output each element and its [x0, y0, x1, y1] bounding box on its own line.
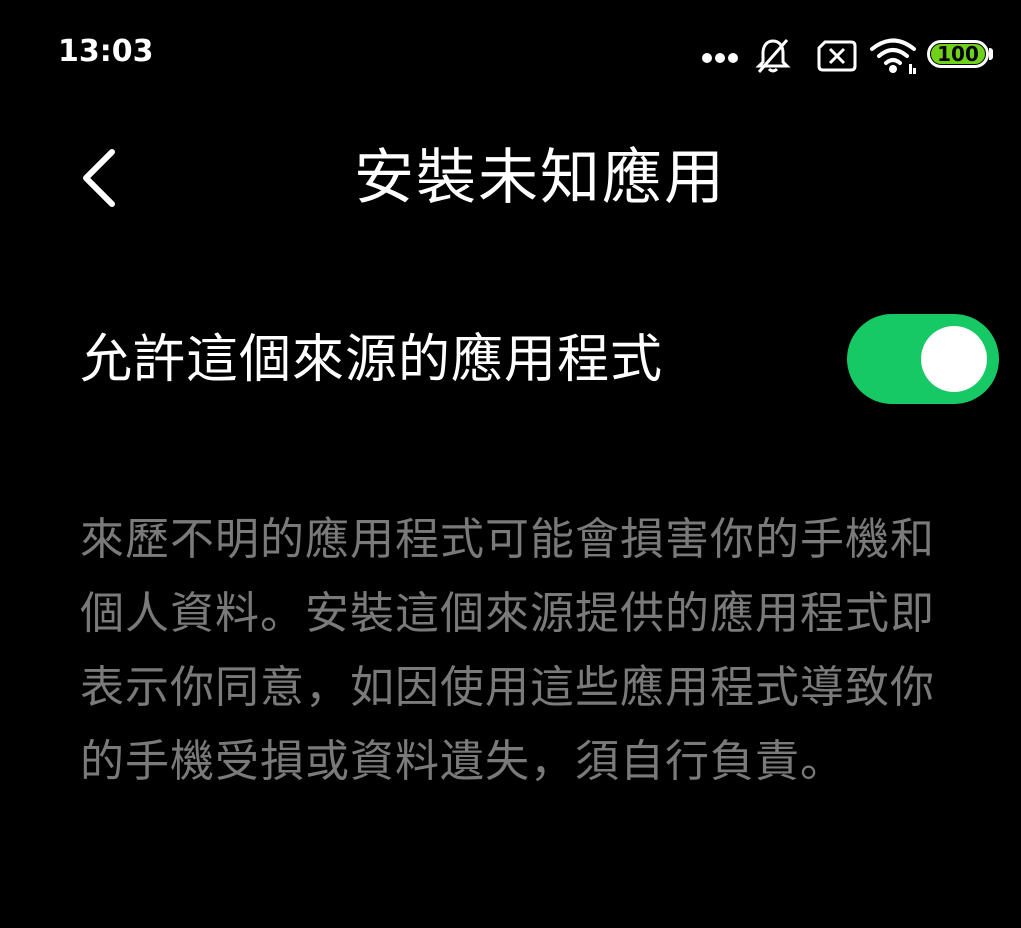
allow-source-setting-row[interactable]: 允許這個來源的應用程式: [0, 300, 1021, 420]
status-bar: 13:03 100: [0, 0, 1021, 108]
header: 安裝未知應用: [0, 120, 1021, 240]
warning-description: 來歷不明的應用程式可能會損害你的手機和個人資料。安裝這個來源提供的應用程式即表示…: [80, 514, 935, 787]
allow-source-toggle[interactable]: [847, 314, 999, 404]
wifi-icon: [870, 38, 916, 74]
back-chevron-icon: [83, 149, 115, 207]
more-dots-icon: [702, 53, 738, 63]
setting-label: 允許這個來源的應用程式: [80, 330, 664, 390]
mute-icon: [755, 39, 791, 73]
battery-icon: 100: [927, 40, 993, 68]
status-icons: 100: [701, 28, 1021, 78]
no-sim-icon: [817, 40, 857, 72]
status-time: 13:03: [58, 34, 154, 69]
page-title: 安裝未知應用: [354, 143, 726, 213]
back-button[interactable]: [62, 138, 142, 218]
battery-level: 100: [937, 42, 979, 66]
toggle-knob: [921, 326, 987, 392]
